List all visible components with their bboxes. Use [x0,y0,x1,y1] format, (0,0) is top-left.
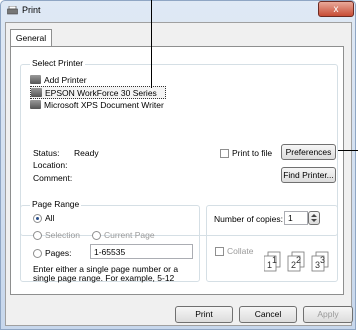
range-current-page-label: Current Page [104,230,155,240]
range-pages-option[interactable]: Pages: [33,248,71,258]
select-printer-label: Select Printer [30,58,86,68]
collate-pages-icon: 11 22 33 [263,250,336,274]
comment-label: Comment: [33,173,73,183]
status-label: Status: [33,148,60,158]
printer-label: Add Printer [44,74,87,85]
collate-checkbox[interactable] [215,246,224,256]
add-printer-icon [30,75,41,84]
tab-general[interactable]: General [10,29,52,47]
collate-option[interactable]: Collate [215,246,253,256]
printer-icon [31,88,42,97]
radio-all[interactable] [33,213,42,223]
printer-icon [30,100,41,109]
range-current-page-option[interactable]: Current Page [92,230,155,240]
range-all-label: All [45,213,55,223]
spinner-arrows-icon [311,214,317,222]
location-label: Location: [33,160,68,170]
printer-list[interactable]: Add Printer EPSON WorkForce 30 Series Mi… [30,70,332,130]
printer-icon [7,5,18,15]
find-printer-button[interactable]: Find Printer... [281,167,336,183]
svg-text:2: 2 [296,255,301,265]
pages-input[interactable]: 1-65535 [90,244,193,259]
svg-text:3: 3 [320,255,325,265]
print-to-file-label: Print to file [232,148,273,158]
copies-label: Number of copies: [214,214,283,224]
range-selection-label: Selection [45,230,80,240]
print-to-file-checkbox[interactable] [220,148,229,158]
print-to-file-option[interactable]: Print to file [220,148,272,158]
printer-label: EPSON WorkForce 30 Series [45,87,157,98]
copies-input[interactable]: 1 [284,211,308,225]
list-item-selected[interactable]: EPSON WorkForce 30 Series [30,86,166,99]
window-title: Print [22,5,41,15]
status-value: Ready [74,148,99,158]
collate-label: Collate [227,246,254,256]
title-bar[interactable]: Print x [0,0,358,22]
cancel-button[interactable]: Cancel [239,306,297,323]
range-selection-option[interactable]: Selection [33,230,80,240]
svg-text:1: 1 [272,255,277,265]
list-item[interactable]: Add Printer [30,74,87,85]
range-all-option[interactable]: All [33,213,54,223]
page-range-hint: Enter either a single page number or a s… [33,264,179,283]
callout-line-preferences [338,150,358,151]
apply-button[interactable]: Apply [303,306,353,323]
radio-current-page[interactable] [92,230,101,240]
preferences-button[interactable]: Preferences [281,144,336,160]
print-button[interactable]: Print [175,306,233,323]
printer-label: Microsoft XPS Document Writer [44,99,164,110]
page-range-label: Page Range [30,199,82,209]
radio-selection[interactable] [33,230,42,240]
range-pages-label: Pages: [45,248,72,258]
radio-pages[interactable] [33,248,42,258]
callout-line-printer [151,0,152,88]
close-button[interactable]: x [318,1,354,17]
close-icon: x [333,4,339,15]
list-item[interactable]: Microsoft XPS Document Writer [30,99,164,110]
copies-spinner[interactable] [308,211,320,225]
